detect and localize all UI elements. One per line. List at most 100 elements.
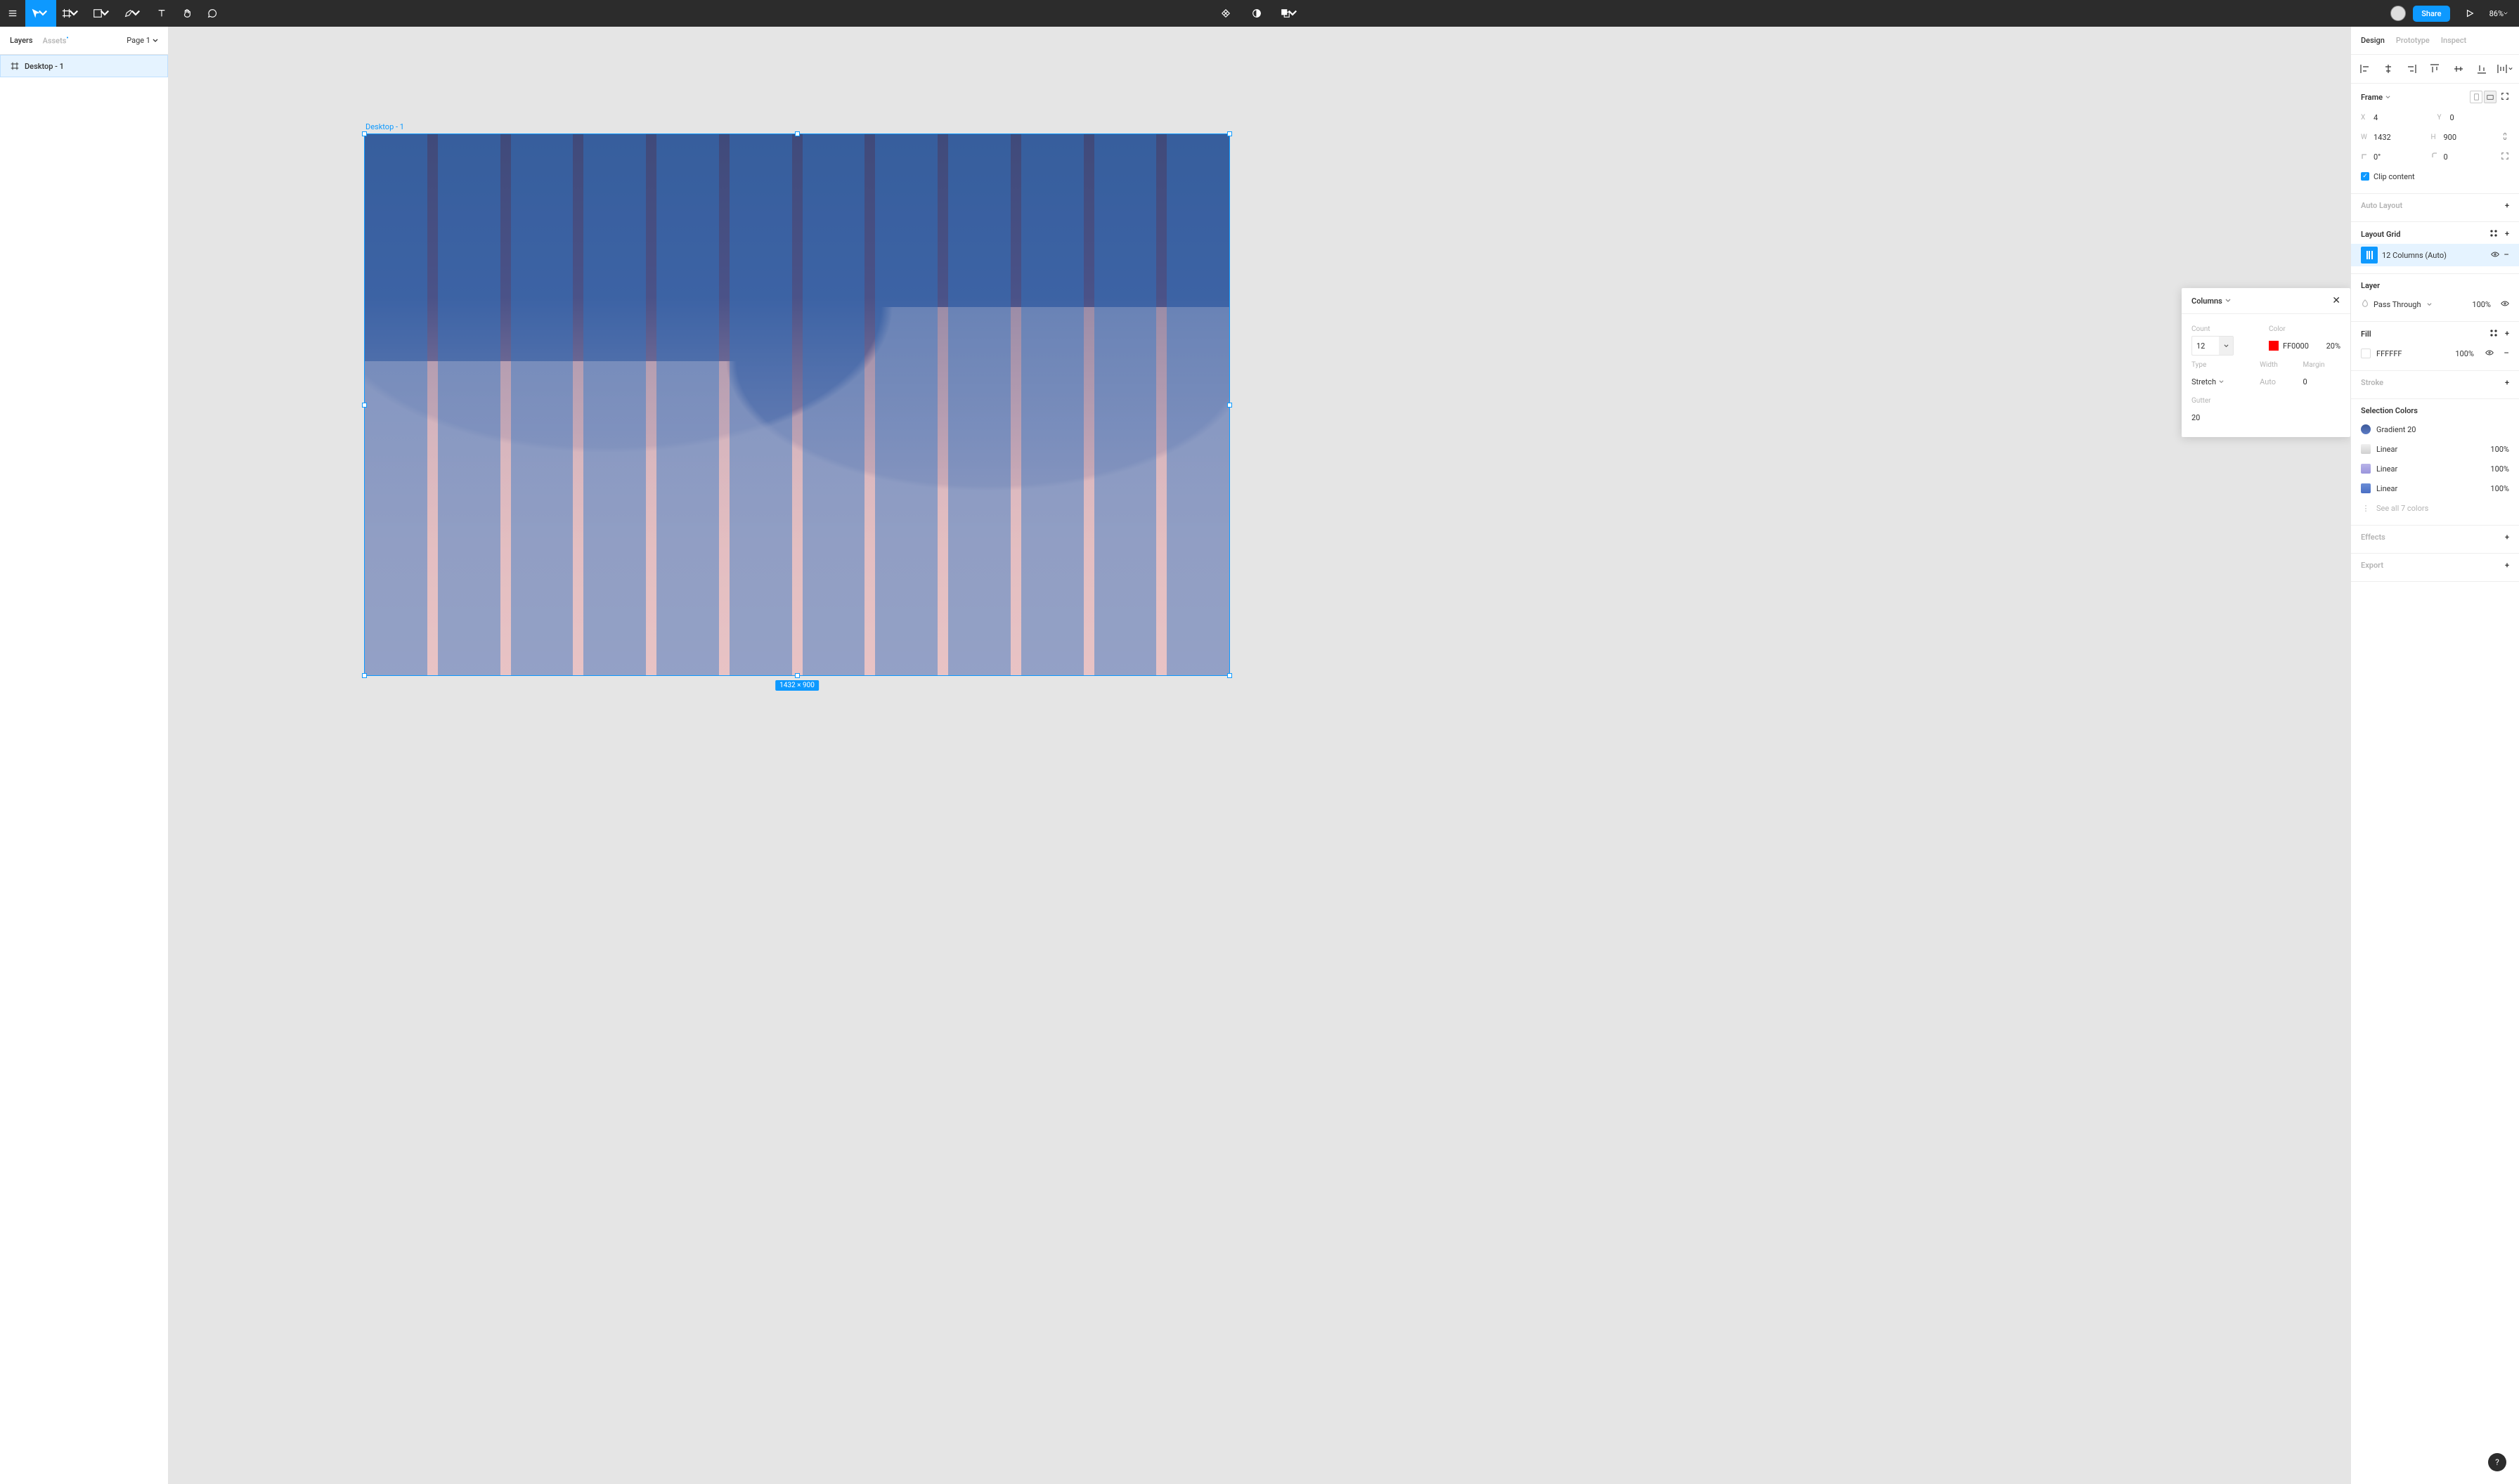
align-bottom[interactable]: [2472, 60, 2492, 77]
selected-frame[interactable]: 1432 × 900: [364, 134, 1230, 676]
visibility-toggle[interactable]: [2491, 250, 2499, 261]
align-v-center[interactable]: [2449, 60, 2468, 77]
type-select[interactable]: Stretch: [2191, 372, 2254, 391]
portrait-button[interactable]: [2470, 91, 2482, 103]
align-h-center[interactable]: [2378, 60, 2398, 77]
width-label: Width: [2260, 361, 2297, 369]
fill-visibility[interactable]: [2485, 349, 2494, 359]
layer-item-desktop[interactable]: Desktop - 1: [0, 55, 168, 77]
fill-styles-icon[interactable]: [2489, 329, 2498, 339]
color-label: Color: [2269, 325, 2340, 333]
export-header: Export: [2361, 561, 2383, 570]
text-tool[interactable]: [149, 0, 174, 27]
pen-tool[interactable]: [118, 0, 149, 27]
layer-visibility[interactable]: [2501, 299, 2509, 310]
columns-icon: [2361, 247, 2378, 263]
add-grid[interactable]: +: [2505, 229, 2509, 240]
mask-icon[interactable]: [1244, 0, 1269, 27]
add-effect[interactable]: +: [2505, 533, 2509, 542]
layout-grid-popover: Columns ✕ Count 12 Color FF000020%: [2182, 288, 2350, 437]
stroke-header: Stroke: [2361, 378, 2383, 387]
width-input: Auto: [2260, 372, 2297, 391]
help-button[interactable]: ?: [2488, 1453, 2506, 1471]
selection-color-item[interactable]: Gradient 20: [2361, 419, 2509, 439]
canvas[interactable]: Desktop - 1 1432 × 900: [169, 27, 2350, 1484]
resize-handle[interactable]: [795, 131, 800, 136]
tab-inspect[interactable]: Inspect: [2441, 36, 2466, 45]
resize-handle[interactable]: [1227, 131, 1232, 136]
layout-grid-item[interactable]: 12 Columns (Auto) −: [2351, 244, 2519, 266]
frame-tool[interactable]: [56, 0, 87, 27]
layer-header: Layer: [2361, 281, 2380, 290]
corner-input[interactable]: 0: [2444, 152, 2497, 162]
shape-tool[interactable]: [87, 0, 118, 27]
count-input[interactable]: 12: [2191, 336, 2234, 356]
selection-color-item[interactable]: Linear100%: [2361, 439, 2509, 459]
blend-mode-select[interactable]: Pass Through: [2374, 300, 2421, 309]
popover-type-select[interactable]: Columns: [2191, 297, 2231, 306]
frame-label[interactable]: Desktop - 1: [365, 122, 404, 131]
tab-layers[interactable]: Layers: [10, 36, 33, 45]
comment-tool[interactable]: [200, 0, 225, 27]
add-stroke[interactable]: +: [2505, 378, 2509, 387]
user-avatar[interactable]: [2390, 6, 2406, 21]
grid-styles-icon[interactable]: [2489, 229, 2498, 240]
rotation-input[interactable]: 0°: [2374, 152, 2427, 162]
distribute[interactable]: [2495, 60, 2515, 77]
fill-item[interactable]: FFFFFF 100% −: [2361, 344, 2509, 363]
resize-handle[interactable]: [362, 131, 367, 136]
menu-button[interactable]: [0, 0, 25, 27]
share-button[interactable]: Share: [2413, 6, 2449, 22]
hand-tool[interactable]: [174, 0, 200, 27]
layer-opacity-input[interactable]: 100%: [2472, 300, 2491, 309]
top-toolbar: Share 86%: [0, 0, 2519, 27]
resize-to-fit-icon[interactable]: [2501, 92, 2509, 103]
align-top[interactable]: [2425, 60, 2444, 77]
rotation-icon: [2361, 152, 2369, 162]
component-icon[interactable]: [1213, 0, 1238, 27]
gutter-label: Gutter: [2191, 397, 2340, 405]
add-export[interactable]: +: [2505, 561, 2509, 570]
clip-content-checkbox[interactable]: ✓: [2361, 172, 2369, 181]
x-input[interactable]: 4: [2374, 113, 2433, 122]
move-tool[interactable]: [25, 0, 56, 27]
y-input[interactable]: 0: [2450, 113, 2510, 122]
resize-handle[interactable]: [362, 673, 367, 678]
frame-section-header[interactable]: Frame: [2361, 93, 2383, 102]
remove-fill[interactable]: −: [2504, 349, 2509, 358]
tab-assets[interactable]: Assets•: [43, 35, 69, 46]
boolean-icon[interactable]: [1275, 0, 1306, 27]
close-icon[interactable]: ✕: [2332, 295, 2340, 306]
constrain-icon[interactable]: [2501, 132, 2509, 143]
margin-input[interactable]: 0: [2303, 372, 2340, 391]
resize-handle[interactable]: [1227, 403, 1232, 408]
chevron-down-icon[interactable]: [2219, 337, 2233, 355]
tab-design[interactable]: Design: [2361, 36, 2385, 45]
gutter-input[interactable]: 20: [2191, 408, 2340, 427]
present-button[interactable]: [2457, 0, 2482, 27]
resize-handle[interactable]: [795, 673, 800, 678]
selection-color-item[interactable]: Linear100%: [2361, 479, 2509, 498]
selection-color-item[interactable]: Linear100%: [2361, 459, 2509, 479]
width-input[interactable]: 1432: [2374, 133, 2427, 142]
resize-handle[interactable]: [362, 403, 367, 408]
margin-label: Margin: [2303, 361, 2340, 369]
landscape-button[interactable]: [2484, 91, 2497, 103]
see-all-colors[interactable]: ⋮See all 7 colors: [2361, 498, 2509, 518]
layout-grid-overlay: [365, 134, 1229, 675]
align-right[interactable]: [2402, 60, 2421, 77]
zoom-control[interactable]: 86%: [2489, 9, 2511, 18]
remove-grid[interactable]: −: [2504, 250, 2509, 260]
grid-color-input[interactable]: FF000020%: [2269, 336, 2340, 356]
page-selector[interactable]: Page 1: [127, 36, 158, 45]
independent-corners-icon[interactable]: [2501, 152, 2509, 162]
resize-handle[interactable]: [1227, 673, 1232, 678]
add-auto-layout[interactable]: +: [2505, 201, 2509, 210]
align-left[interactable]: [2355, 60, 2375, 77]
blend-icon: [2361, 299, 2369, 310]
count-label: Count: [2191, 325, 2263, 333]
auto-layout-header: Auto Layout: [2361, 201, 2402, 210]
tab-prototype[interactable]: Prototype: [2396, 36, 2430, 45]
height-input[interactable]: 900: [2444, 133, 2497, 142]
add-fill[interactable]: +: [2505, 329, 2509, 339]
